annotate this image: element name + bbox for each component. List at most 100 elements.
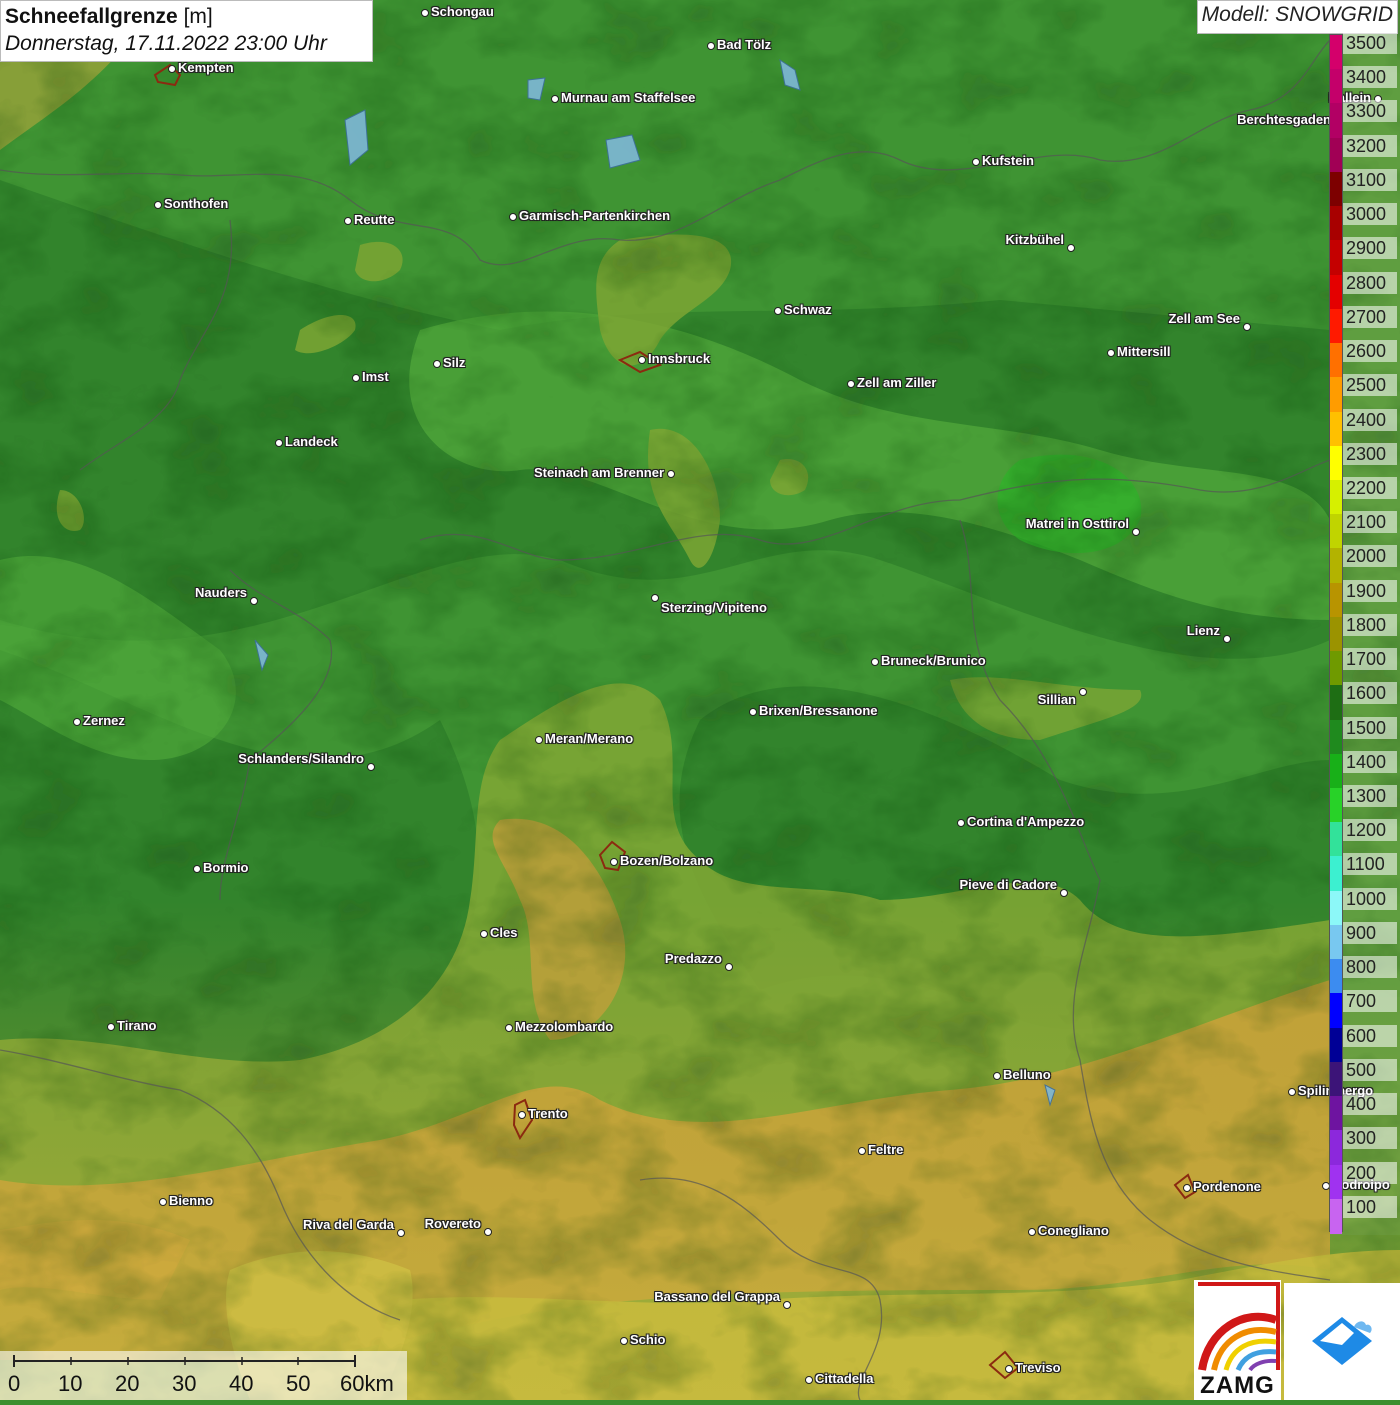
- city-dot: [275, 439, 283, 447]
- legend-swatch: [1330, 924, 1342, 960]
- legend-label: 3000: [1343, 203, 1397, 226]
- legend-swatch: [1330, 445, 1342, 481]
- city-label: Mezzolombardo: [515, 1019, 614, 1034]
- title-unit: [m]: [183, 5, 213, 28]
- legend-label: 500: [1343, 1058, 1397, 1081]
- legend-label: 2100: [1343, 511, 1397, 534]
- scale-label: 60km: [340, 1371, 394, 1396]
- city-dot: [638, 356, 646, 364]
- city-label: Rovereto: [424, 1216, 481, 1231]
- city-dot: [551, 95, 559, 103]
- legend-label: 200: [1343, 1161, 1397, 1184]
- city-label: Conegliano: [1038, 1223, 1109, 1238]
- legend-label: 3300: [1343, 100, 1397, 123]
- scale-label: 10: [58, 1371, 83, 1396]
- city-dot: [344, 217, 352, 225]
- city-label: Belluno: [1003, 1067, 1051, 1082]
- city-label: Imst: [362, 369, 389, 384]
- legend-label: 1300: [1343, 785, 1397, 808]
- city-label: Bozen/Bolzano: [620, 853, 714, 868]
- scale-label: 0: [8, 1371, 21, 1396]
- legend-label: 3400: [1343, 66, 1397, 89]
- city-dot: [159, 1198, 167, 1206]
- legend-swatch: [1330, 616, 1342, 652]
- legend-swatch: [1330, 993, 1342, 1029]
- city-dot: [1079, 688, 1087, 696]
- legend-label: 2800: [1343, 271, 1397, 294]
- scale-label: 50: [286, 1371, 311, 1396]
- city-dot: [421, 9, 429, 17]
- city-dot: [1132, 528, 1140, 536]
- legend-swatch: [1330, 274, 1342, 310]
- city-dot: [535, 736, 543, 744]
- city-dot: [73, 718, 81, 726]
- city-label: Treviso: [1015, 1360, 1061, 1375]
- legend-label: 1900: [1343, 579, 1397, 602]
- city-label: Pordenone: [1193, 1179, 1261, 1194]
- city-dot: [1005, 1365, 1013, 1373]
- city-dot: [1107, 349, 1115, 357]
- legend-label: 2500: [1343, 374, 1397, 397]
- legend-swatch: [1330, 582, 1342, 618]
- city-dot: [1183, 1184, 1191, 1192]
- city-dot: [107, 1023, 115, 1031]
- city-label: Reutte: [354, 212, 395, 227]
- city-dot: [367, 763, 375, 771]
- city-label: Tirano: [117, 1018, 157, 1033]
- city-label: Meran/Merano: [545, 731, 634, 746]
- city-dot: [725, 963, 733, 971]
- map-title-box: Schneefallgrenze [m] Donnerstag, 17.11.2…: [0, 0, 373, 62]
- legend-swatch: [1330, 822, 1342, 858]
- legend-label: 3100: [1343, 168, 1397, 191]
- zamg-rainbow-icon: [1198, 1282, 1280, 1372]
- city-dot: [858, 1147, 866, 1155]
- city-dot: [505, 1024, 513, 1032]
- city-label: Berchtesgaden: [1237, 112, 1331, 127]
- legend-swatch: [1330, 137, 1342, 173]
- city-label: Murnau am Staffelsee: [561, 90, 696, 105]
- city-label: Nauders: [194, 585, 247, 600]
- legend-swatch: [1330, 1027, 1342, 1063]
- city-label: Schwaz: [784, 302, 832, 317]
- legend-swatch: [1330, 651, 1342, 687]
- legend-label: 600: [1343, 1024, 1397, 1047]
- city-dot: [518, 1111, 526, 1119]
- legend-swatch: [1330, 343, 1342, 379]
- city-dot: [651, 594, 659, 602]
- zamg-logo[interactable]: ZAMG: [1194, 1280, 1281, 1400]
- legend-label: 1100: [1343, 853, 1397, 876]
- legend-swatch: [1330, 240, 1342, 276]
- city-label: Bormio: [203, 860, 249, 875]
- legend-label: 1400: [1343, 750, 1397, 773]
- city-dot: [1288, 1088, 1296, 1096]
- city-label: Brixen/Bressanone: [759, 703, 878, 718]
- city-label: Cles: [490, 925, 518, 940]
- legend-swatch: [1330, 1096, 1342, 1132]
- city-label: Schio: [630, 1332, 666, 1347]
- city-dot: [1060, 889, 1068, 897]
- city-label: Zell am Ziller: [857, 375, 937, 390]
- city-label: Lienz: [1186, 623, 1220, 638]
- legend-label: 1800: [1343, 613, 1397, 636]
- city-label: Innsbruck: [648, 351, 711, 366]
- city-dot: [1223, 635, 1231, 643]
- city-label: Kitzbühel: [1005, 232, 1065, 247]
- scale-label: 20: [115, 1371, 140, 1396]
- legend-label: 1600: [1343, 682, 1397, 705]
- city-label: Feltre: [868, 1142, 904, 1157]
- legend-swatch: [1330, 890, 1342, 926]
- legend-swatch: [1330, 685, 1342, 721]
- color-legend: 3500 3400 3300 3200 3100 3000 2900 2800 2700 2600…: [1329, 32, 1400, 1234]
- city-label: Landeck: [285, 434, 338, 449]
- city-dot: [667, 470, 675, 478]
- city-dot: [805, 1376, 813, 1384]
- legend-swatch: [1330, 719, 1342, 755]
- snowgrid-logo[interactable]: [1284, 1283, 1400, 1400]
- city-dot: [1243, 323, 1251, 331]
- legend-label: 700: [1343, 990, 1397, 1013]
- scale-bar: 0 10 20 30 40 50 60km: [0, 1351, 407, 1400]
- map-title: Schneefallgrenze [m]: [5, 4, 368, 30]
- city-dot: [993, 1072, 1001, 1080]
- city-label: Cittadella: [815, 1371, 874, 1386]
- legend-swatch: [1330, 411, 1342, 447]
